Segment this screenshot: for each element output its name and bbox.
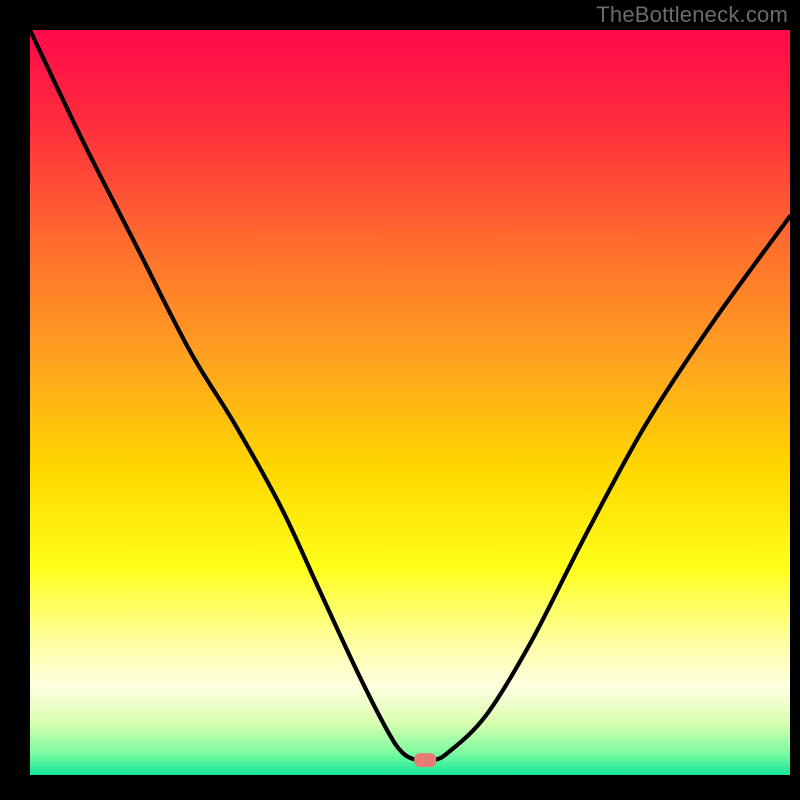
selected-point-marker	[414, 753, 436, 767]
chart-frame: { "watermark": "TheBottleneck.com", "cha…	[0, 0, 800, 800]
plot-background	[30, 30, 790, 775]
watermark-text: TheBottleneck.com	[596, 2, 788, 28]
bottleneck-chart	[0, 0, 800, 800]
